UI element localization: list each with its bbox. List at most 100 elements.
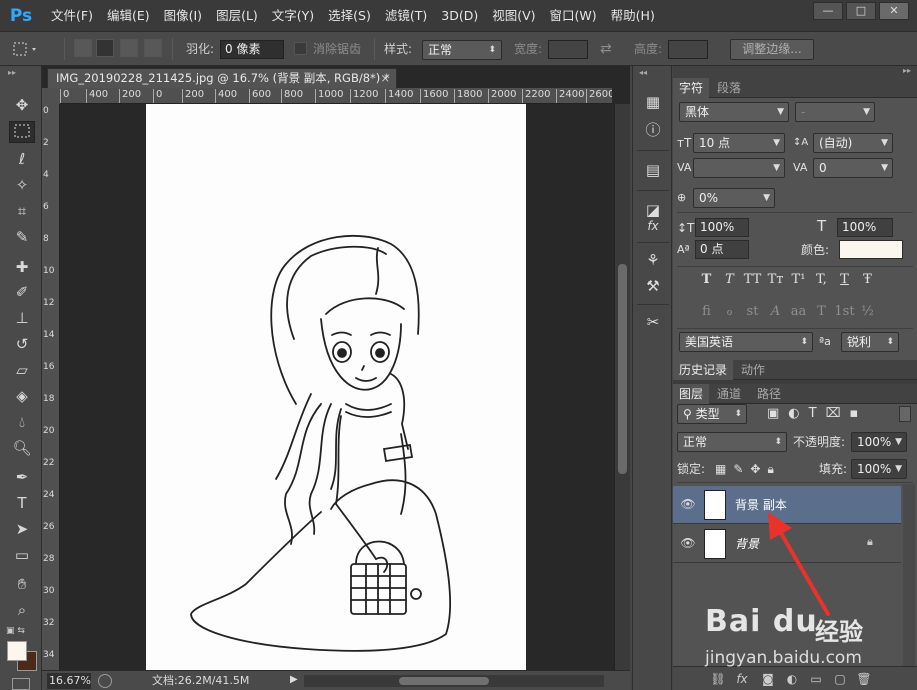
brush-tool-icon[interactable]: ✐ [9, 281, 35, 303]
add-to-selection-button[interactable] [96, 39, 114, 57]
expand-panels-icon[interactable]: ◂◂ [639, 68, 647, 77]
kerning-select[interactable]: ▼ [693, 158, 785, 178]
height-input[interactable] [668, 40, 708, 59]
fractions-button[interactable]: ½ [856, 304, 879, 319]
vertical-ruler[interactable]: 0 2 4 6 8 10 12 14 16 18 20 22 24 26 28 … [42, 104, 60, 670]
history-brush-tool-icon[interactable]: ↺ [9, 333, 35, 355]
menu-select[interactable]: 选择(S) [321, 0, 378, 32]
brush-presets-icon[interactable]: ⚘ [641, 248, 665, 272]
menu-image[interactable]: 图像(I) [157, 0, 209, 32]
eraser-tool-icon[interactable]: ▱ [9, 359, 35, 381]
opacity-input[interactable]: 100% ▼ [851, 432, 907, 452]
collapse-icon[interactable]: ▸▸ [8, 68, 16, 77]
titling-alternates-button[interactable]: T [810, 304, 833, 319]
dodge-tool-icon[interactable]: 🔍︎ [9, 437, 35, 459]
tab-character[interactable]: 字符 [673, 78, 710, 98]
horizontal-ruler[interactable]: 0 400 200 0 200 400 600 800 1000 1200 14… [60, 88, 612, 104]
filter-toggle-icon[interactable] [899, 406, 911, 422]
styles-fx-icon[interactable]: fx [641, 214, 665, 238]
menu-filter[interactable]: 滤镜(T) [378, 0, 434, 32]
close-button[interactable]: ✕ [879, 2, 909, 20]
discretionary-ligatures-button[interactable]: st [741, 304, 764, 319]
subscript-button[interactable]: T, [810, 272, 833, 287]
horizontal-scroll-thumb[interactable] [399, 677, 489, 685]
navigator-icon[interactable]: ▦ [641, 90, 665, 114]
document-tab[interactable]: IMG_20190228_211425.jpg @ 16.7% (背景 副本, … [47, 68, 397, 88]
clone-stamp-tool-icon[interactable]: ⊥ [9, 307, 35, 329]
maximize-button[interactable]: □ [846, 2, 876, 20]
style-select[interactable]: 正常 ⬍ [422, 40, 502, 60]
menu-3d[interactable]: 3D(D) [434, 0, 485, 32]
antialias-checkbox[interactable] [294, 42, 307, 55]
menu-help[interactable]: 帮助(H) [604, 0, 662, 32]
menu-window[interactable]: 窗口(W) [543, 0, 604, 32]
tool-presets-icon[interactable]: ⚒ [641, 274, 665, 298]
baseline-shift-input[interactable]: 0 点 [695, 240, 749, 259]
horizontal-scrollbar[interactable] [304, 675, 604, 687]
font-family-select[interactable]: 黑体 ▼ [679, 102, 789, 122]
clone-source-icon[interactable]: ✂ [641, 310, 665, 334]
faux-bold-button[interactable]: T [695, 272, 718, 287]
vertical-scrollbar[interactable] [614, 104, 630, 670]
image-canvas[interactable] [146, 104, 526, 670]
link-layers-icon[interactable]: ⛓ [709, 670, 727, 688]
new-layer-icon[interactable]: ▢ [831, 670, 849, 688]
ligatures-button[interactable]: fi [695, 304, 718, 319]
font-size-select[interactable]: 10 点 ▼ [693, 133, 785, 153]
tab-actions[interactable]: 动作 [735, 360, 771, 380]
language-select[interactable]: 美国英语 ⬍ [679, 332, 813, 352]
tab-history[interactable]: 历史记录 [673, 360, 734, 380]
stylistic-alternates-button[interactable]: aa [787, 304, 810, 319]
all-caps-button[interactable]: TT [741, 272, 764, 287]
new-selection-button[interactable] [74, 39, 92, 57]
ruler-origin[interactable] [42, 88, 60, 104]
default-colors-icon[interactable]: ▣ ⇆ [6, 626, 25, 636]
foreground-color-swatch[interactable] [7, 641, 27, 661]
superscript-button[interactable]: T¹ [787, 272, 810, 287]
tab-paragraph[interactable]: 段落 [711, 78, 747, 98]
menu-view[interactable]: 视图(V) [485, 0, 542, 32]
adjustment-layer-icon[interactable]: ◐ [783, 670, 801, 688]
path-selection-tool-icon[interactable]: ➤ [9, 518, 35, 540]
swatches-icon[interactable]: ▤ [641, 158, 665, 182]
menu-file[interactable]: 文件(F) [44, 0, 100, 32]
menu-type[interactable]: 文字(Y) [265, 0, 321, 32]
quick-mask-icon[interactable] [12, 678, 30, 690]
subtract-selection-button[interactable] [120, 39, 138, 57]
eye-icon[interactable]: 👁︎ [680, 496, 696, 512]
new-group-icon[interactable]: ▭ [807, 670, 825, 688]
layer-row-background[interactable]: 👁︎ 背景 🔒︎ [673, 525, 901, 563]
eye-icon[interactable]: 👁︎ [680, 535, 696, 551]
feather-input[interactable]: 0 像素 [220, 40, 284, 59]
zoom-level-field[interactable]: 16.67% [47, 673, 91, 689]
tracking-select[interactable]: 0 ▼ [813, 158, 893, 178]
close-document-icon[interactable]: × [380, 69, 390, 88]
layer-filter-icons[interactable]: ▣◐T⌧▪ [767, 404, 867, 424]
strikethrough-button[interactable]: Ŧ [856, 272, 879, 287]
leading-select[interactable]: (自动) ▼ [813, 133, 893, 153]
lasso-tool-icon[interactable]: ℓ [9, 148, 35, 170]
eyedropper-tool-icon[interactable]: ✎ [9, 226, 35, 248]
status-info-icon[interactable] [98, 674, 112, 688]
width-input[interactable] [548, 40, 588, 59]
layer-row-background-copy[interactable]: 👁︎ 背景 副本 [673, 486, 901, 524]
font-style-select[interactable]: - ▼ [795, 102, 875, 122]
small-caps-button[interactable]: Tт [764, 272, 787, 287]
rectangle-shape-tool-icon[interactable]: ▭ [9, 544, 35, 566]
delete-layer-icon[interactable]: 🗑︎ [855, 670, 873, 688]
magic-wand-tool-icon[interactable]: ✧ [9, 174, 35, 196]
move-tool-icon[interactable]: ✥ [9, 94, 35, 116]
hand-tool-icon[interactable]: ✋︎ [9, 573, 35, 595]
underline-button[interactable]: T [833, 272, 856, 287]
blend-mode-select[interactable]: 正常 ⬍ [677, 432, 787, 452]
text-color-swatch[interactable] [839, 240, 903, 259]
intersect-selection-button[interactable] [144, 39, 162, 57]
paint-bucket-tool-icon[interactable]: ◈ [9, 385, 35, 407]
tab-paths[interactable]: 路径 [751, 384, 787, 404]
pen-tool-icon[interactable]: ✒ [9, 466, 35, 488]
refine-edge-button[interactable]: 调整边缘... [730, 39, 814, 60]
lock-options-icons[interactable]: ▦✎✥🔒︎ [715, 459, 781, 479]
layer-filter-select[interactable]: ⚲ 类型 ⬍ [677, 404, 747, 424]
rectangular-marquee-tool-icon[interactable] [9, 121, 35, 143]
blur-tool-icon[interactable]: 💧︎ [9, 411, 35, 433]
